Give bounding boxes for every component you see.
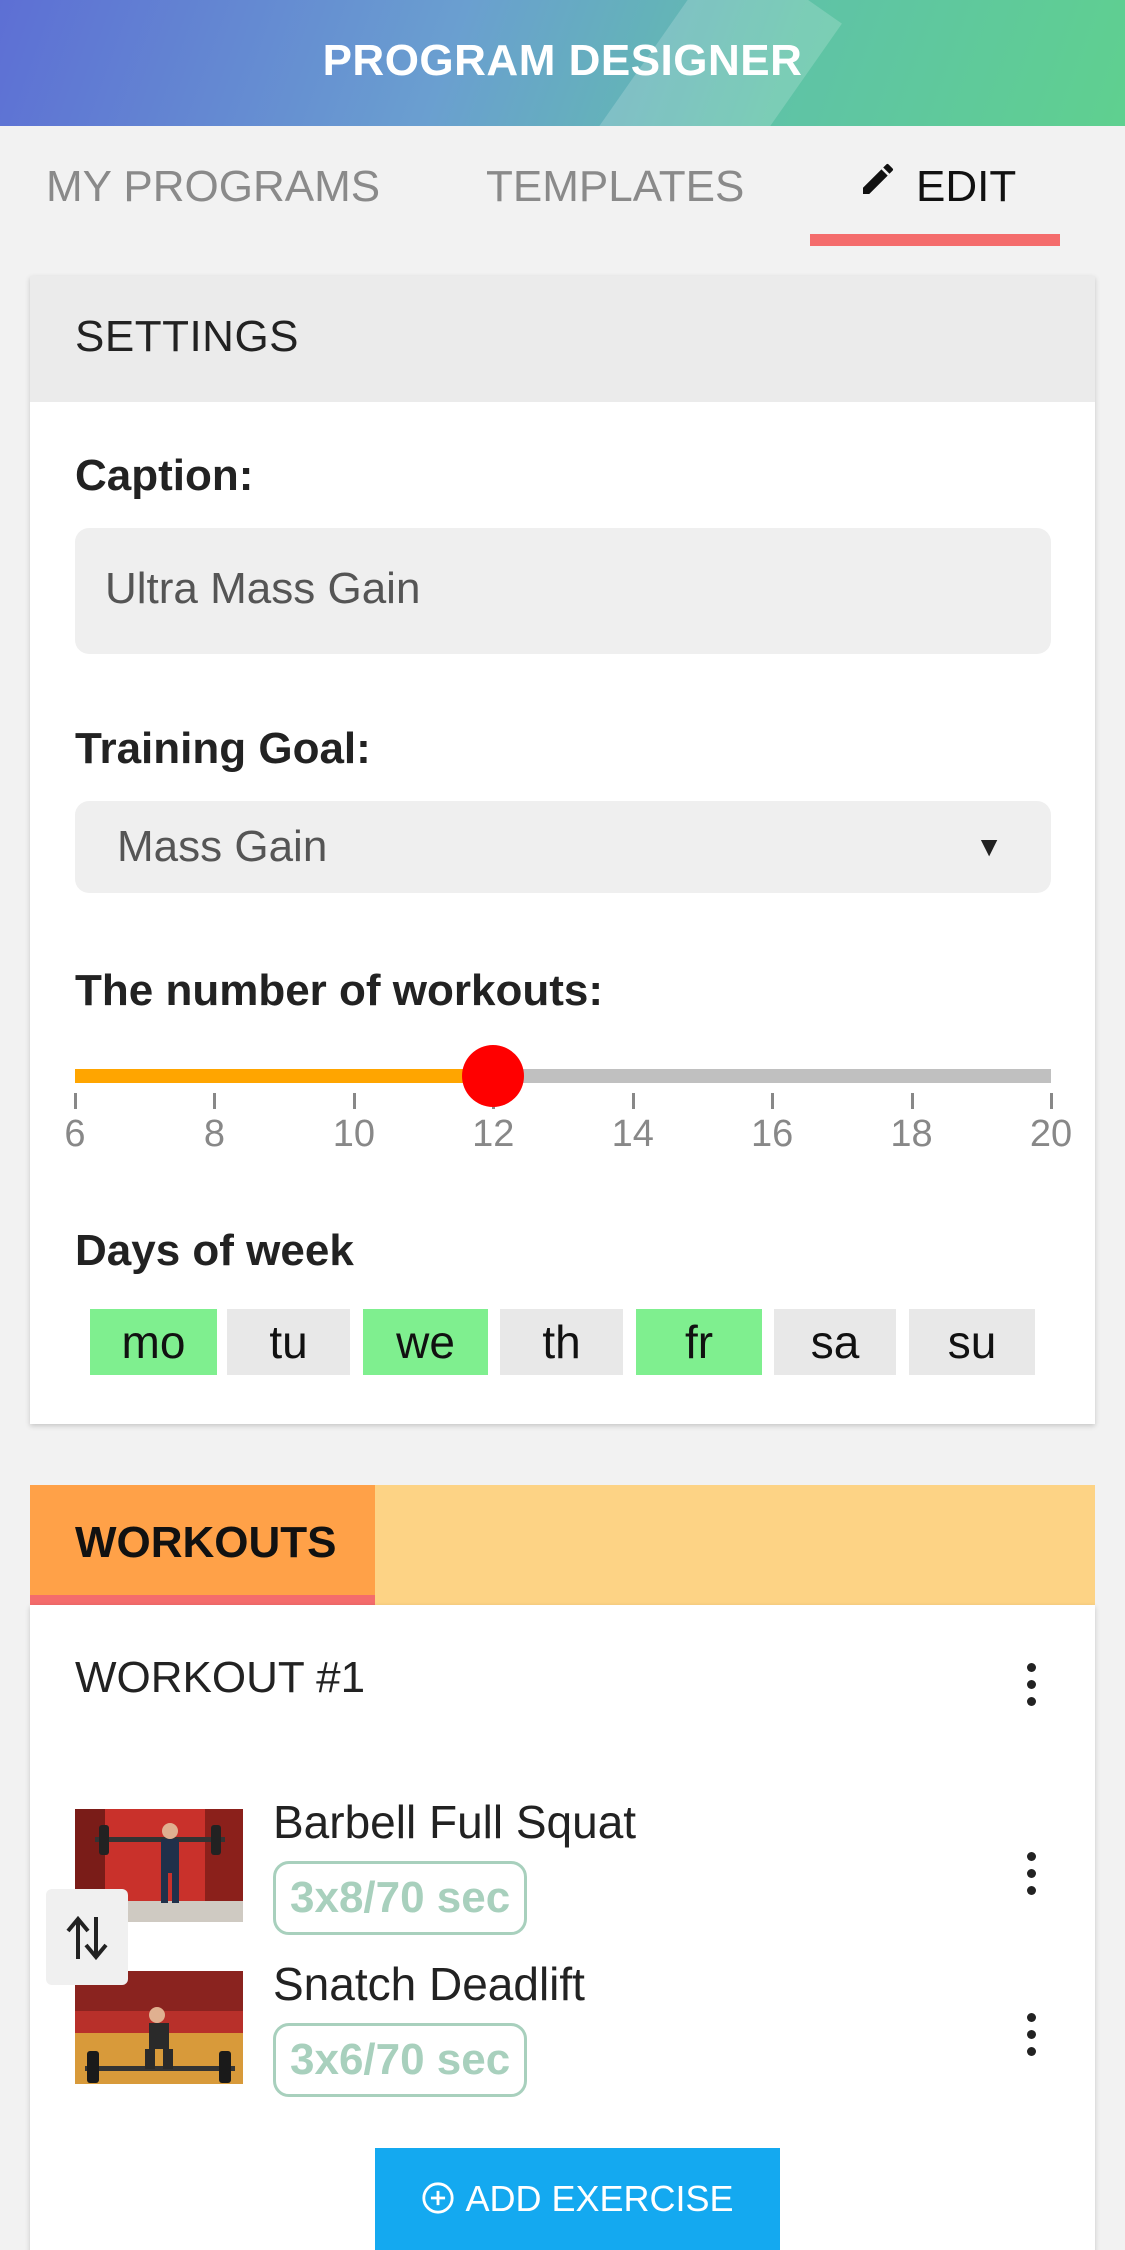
app-title: PROGRAM DESIGNER <box>322 36 803 85</box>
training-goal-value: Mass Gain <box>117 822 328 871</box>
exercise-scheme-badge[interactable]: 3x6/70 sec <box>273 2023 528 2097</box>
day-sa[interactable]: sa <box>774 1309 896 1375</box>
exercise-scheme-badge[interactable]: 3x8/70 sec <box>273 1861 528 1935</box>
workouts-tab-bar: WORKOUTS <box>30 1485 1095 1605</box>
app-bar: PROGRAM DESIGNER <box>0 0 1125 126</box>
dropdown-arrow-icon: ▼ <box>975 831 1003 862</box>
reorder-handle[interactable] <box>46 1889 128 1985</box>
slider-tick-label: 10 <box>332 1113 375 1155</box>
day-we[interactable]: we <box>363 1309 488 1375</box>
day-th[interactable]: th <box>500 1309 623 1375</box>
days-of-week-label: Days of week <box>75 1226 354 1275</box>
caption-input[interactable]: Ultra Mass Gain <box>75 528 1051 654</box>
slider-tick-label: 8 <box>203 1113 225 1155</box>
slider-tick-label: 14 <box>611 1113 654 1155</box>
slider-tick-label: 6 <box>64 1113 86 1155</box>
slider-tick <box>213 1093 217 1109</box>
slider-tick-label: 18 <box>890 1113 933 1155</box>
slider-tick-label: 20 <box>1029 1113 1073 1155</box>
training-goal-label: Training Goal: <box>75 724 371 773</box>
add-exercise-label: ADD EXERCISE <box>465 2178 734 2219</box>
active-tab-indicator <box>810 234 1060 246</box>
add-circle-icon <box>422 2182 455 2215</box>
slider-tick <box>771 1093 775 1109</box>
add-exercise-button[interactable]: ADD EXERCISE <box>375 2148 780 2250</box>
exercise-name[interactable]: Barbell Full Squat <box>273 1795 636 1849</box>
tab-bar: MY PROGRAMS TEMPLATES EDIT <box>0 126 1125 246</box>
exercise-menu-icon[interactable] <box>1016 2009 1046 2061</box>
slider-thumb[interactable] <box>462 1045 525 1107</box>
days-of-week: mo tu we th fr sa su <box>90 1309 1050 1375</box>
exercise-name[interactable]: Snatch Deadlift <box>273 1957 585 2011</box>
training-goal-select[interactable]: Mass Gain ▼ <box>75 801 1051 893</box>
workouts-slider[interactable]: 6 8 10 12 14 16 18 20 <box>64 1045 1072 1189</box>
swap-vertical-icon <box>66 1915 108 1961</box>
tab-edit-label: EDIT <box>916 162 1017 211</box>
slider-tick <box>910 1093 914 1109</box>
slider-tick <box>352 1093 356 1109</box>
tab-templates[interactable]: TEMPLATES <box>486 162 744 212</box>
pencil-icon <box>858 159 898 210</box>
day-su[interactable]: su <box>909 1309 1035 1375</box>
day-fr[interactable]: fr <box>636 1309 762 1375</box>
slider-tick <box>1050 1093 1053 1109</box>
workouts-count-label: The number of workouts: <box>75 966 603 1015</box>
workout-menu-icon[interactable] <box>1016 1659 1046 1711</box>
day-mo[interactable]: mo <box>90 1309 217 1375</box>
workouts-tab-indicator <box>30 1595 375 1605</box>
settings-header: SETTINGS <box>30 276 1095 402</box>
slider-tick <box>631 1093 635 1109</box>
workout-title: WORKOUT #1 <box>75 1653 366 1702</box>
settings-card: SETTINGS Caption: Ultra Mass Gain Traini… <box>30 276 1095 1424</box>
slider-track-fill <box>75 1069 494 1083</box>
workouts-tab[interactable]: WORKOUTS <box>30 1485 375 1605</box>
caption-label: Caption: <box>75 451 254 500</box>
tab-my-programs[interactable]: MY PROGRAMS <box>46 162 380 212</box>
tab-edit[interactable]: EDIT <box>858 162 1016 212</box>
exercise-menu-icon[interactable] <box>1016 1848 1046 1900</box>
slider-tick-label: 16 <box>751 1113 794 1155</box>
slider-tick-label: 12 <box>472 1113 515 1155</box>
slider-tick <box>74 1093 77 1109</box>
exercise-thumbnail-deadlift[interactable] <box>75 1971 243 2084</box>
day-tu[interactable]: tu <box>227 1309 350 1375</box>
